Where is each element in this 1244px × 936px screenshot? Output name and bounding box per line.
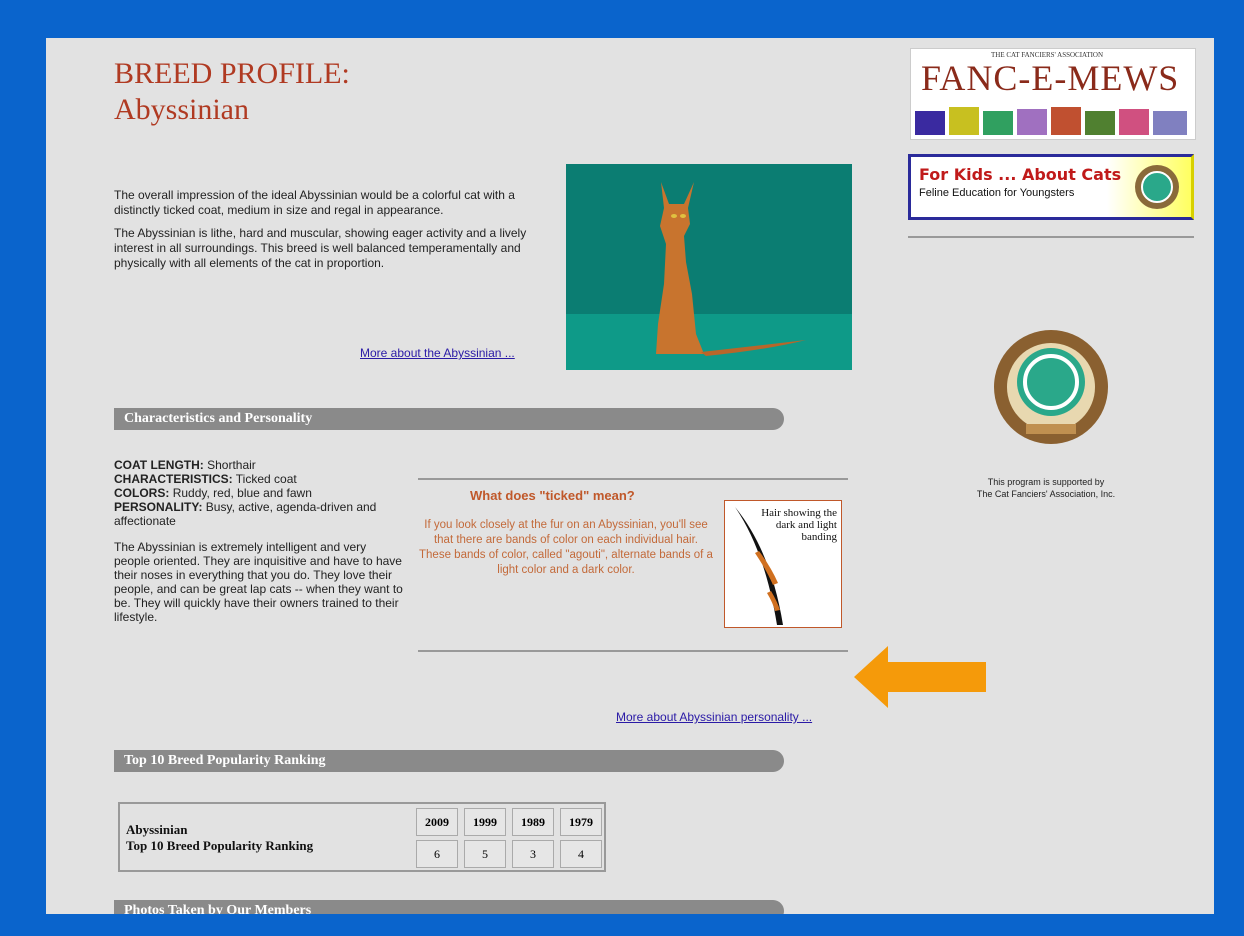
- ranking-label: Abyssinian Top 10 Breed Popularity Ranki…: [126, 822, 313, 854]
- browser-page: BREED PROFILE: Abyssinian The overall im…: [46, 38, 1214, 914]
- personality-description: The Abyssinian is extremely intelligent …: [114, 540, 403, 624]
- rank-cell: 4: [560, 840, 602, 868]
- cfa-support-note: This program is supported by The Cat Fan…: [926, 476, 1166, 500]
- rank-cell: 3: [512, 840, 554, 868]
- ticked-info-box: What does "ticked" mean? If you look clo…: [418, 478, 848, 652]
- fanc-title: FANC-E-MEWS: [921, 58, 1180, 98]
- popularity-ranking-table: Abyssinian Top 10 Breed Popularity Ranki…: [118, 802, 606, 872]
- more-about-abyssinian-link[interactable]: More about the Abyssinian ...: [360, 346, 515, 360]
- hair-banding-image: Hair showing the dark and light banding: [724, 500, 842, 628]
- characteristics-label: CHARACTERISTICS:: [114, 472, 233, 486]
- cat-illustration-icon: [566, 164, 852, 370]
- ticked-text: If you look closely at the fur on an Aby…: [419, 519, 713, 576]
- cfa-note-line1: This program is supported by: [987, 477, 1105, 487]
- year-header: 1979: [560, 808, 602, 836]
- section-bar-photos: Photos Taken by Our Members: [114, 900, 784, 914]
- characteristics-value: Ticked coat: [235, 472, 297, 486]
- coat-length-label: COAT LENGTH:: [114, 458, 204, 472]
- newsletter-books-icon: [915, 107, 1187, 135]
- colors-label: COLORS:: [114, 486, 170, 500]
- more-about-personality-link[interactable]: More about Abyssinian personality ...: [616, 710, 812, 724]
- kids-title: For Kids ... About Cats: [919, 165, 1122, 184]
- page-title-line2: Abyssinian: [114, 93, 249, 126]
- personality-label: PERSONALITY:: [114, 500, 203, 514]
- rank-cell: 5: [464, 840, 506, 868]
- cfa-note-line2: The Cat Fanciers' Association, Inc.: [976, 489, 1116, 499]
- cfa-mini-logo-icon: [1135, 165, 1179, 209]
- colors-value: Ruddy, red, blue and fawn: [172, 486, 312, 500]
- page-title: BREED PROFILE: Abyssinian: [114, 56, 350, 128]
- page-title-line1: BREED PROFILE:: [114, 57, 350, 90]
- kids-subtitle: Feline Education for Youngsters: [919, 187, 1075, 199]
- intro-paragraph-1: The overall impression of the ideal Abys…: [114, 188, 515, 217]
- abyssinian-photo: [566, 164, 852, 370]
- intro-text: The overall impression of the ideal Abys…: [114, 188, 554, 279]
- hair-caption: Hair showing the dark and light banding: [761, 507, 837, 543]
- for-kids-banner[interactable]: For Kids ... About Cats Feline Education…: [908, 154, 1194, 220]
- fanc-e-mews-banner[interactable]: THE CAT FANCIERS' ASSOCIATION FANC-E-MEW…: [910, 48, 1196, 140]
- ranking-label-title: Top 10 Breed Popularity Ranking: [126, 838, 314, 853]
- year-header: 1989: [512, 808, 554, 836]
- coat-length-value: Shorthair: [207, 458, 256, 472]
- cfa-seal-icon: [994, 330, 1108, 444]
- orange-arrow-icon: [854, 646, 986, 708]
- section-bar-ranking: Top 10 Breed Popularity Ranking: [114, 750, 784, 772]
- year-header: 2009: [416, 808, 458, 836]
- characteristics-list: COAT LENGTH: Shorthair CHARACTERISTICS: …: [114, 458, 404, 634]
- rank-cell: 6: [416, 840, 458, 868]
- section-bar-characteristics: Characteristics and Personality: [114, 408, 784, 430]
- intro-paragraph-2: The Abyssinian is lithe, hard and muscul…: [114, 226, 527, 270]
- year-header: 1999: [464, 808, 506, 836]
- ranking-label-breed: Abyssinian: [126, 822, 188, 837]
- sidebar-divider: [908, 236, 1194, 238]
